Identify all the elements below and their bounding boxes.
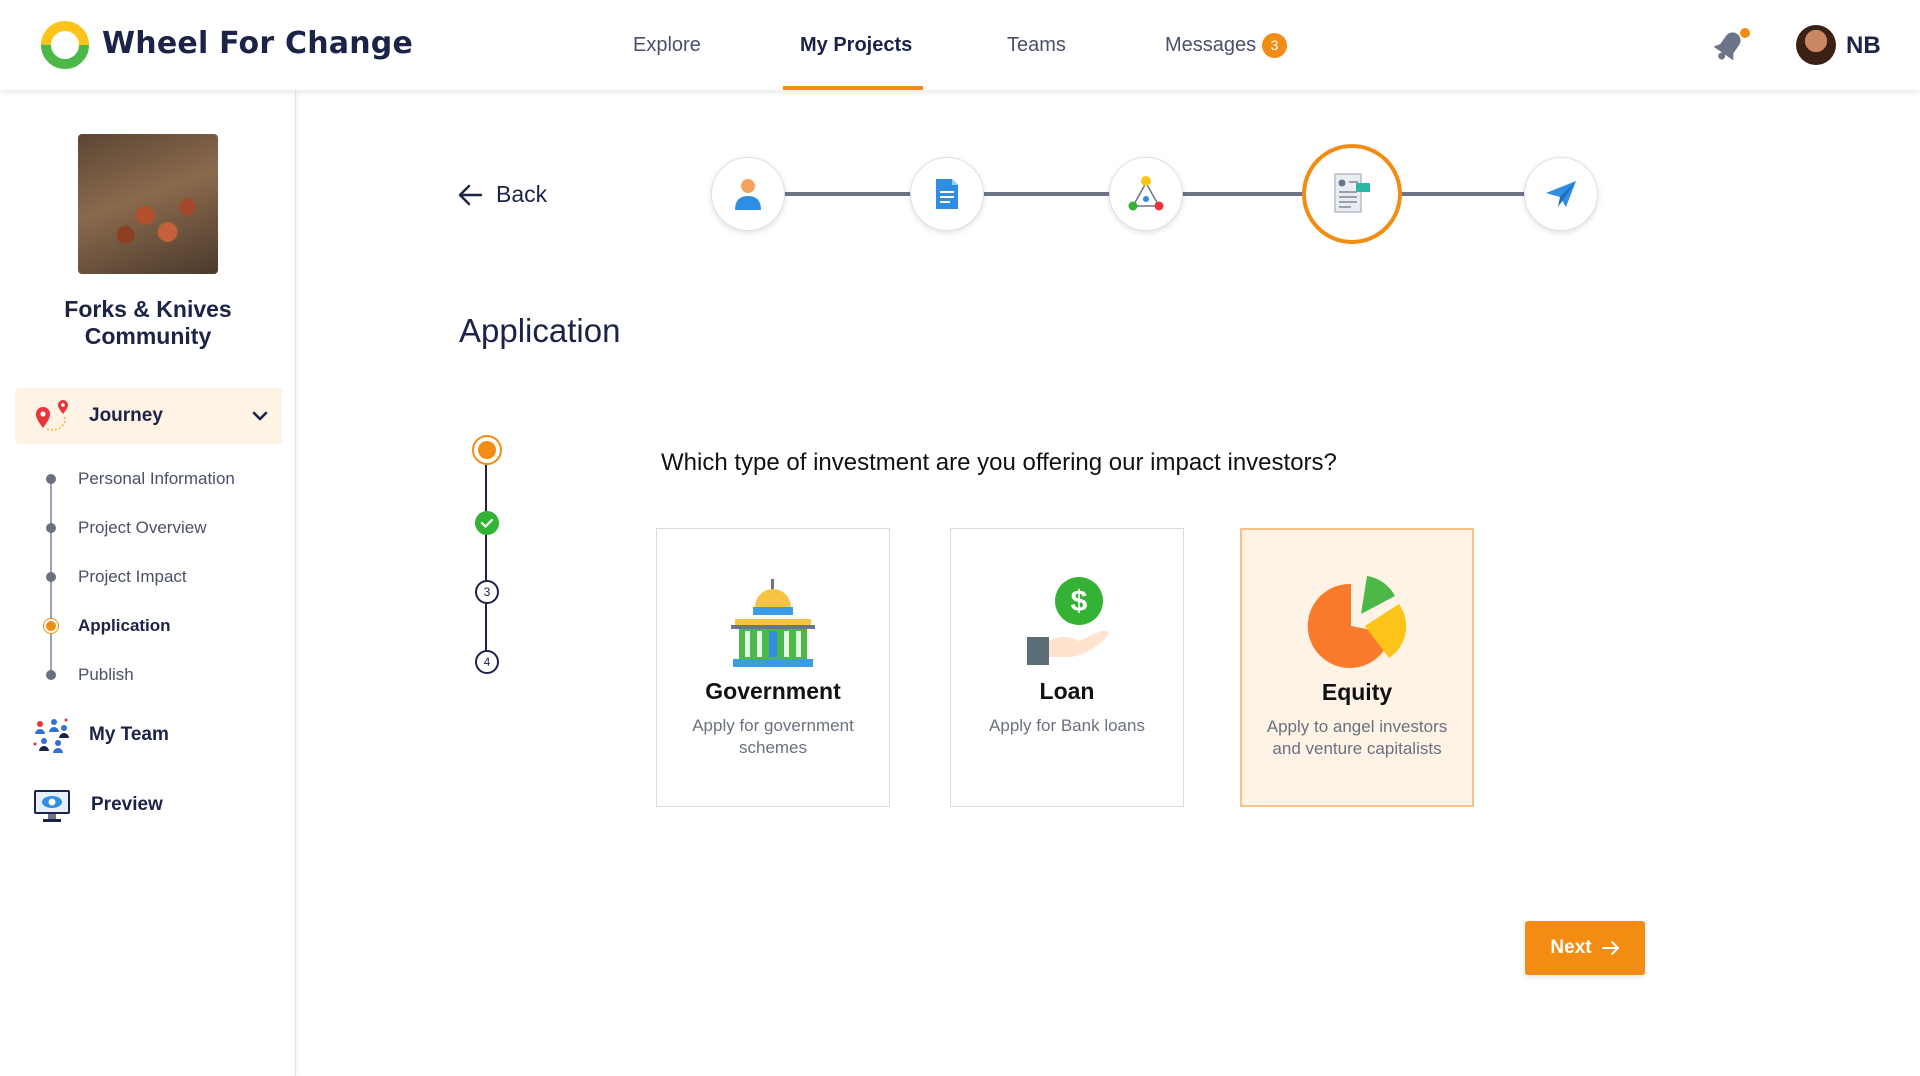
chevron-down-icon[interactable] [251,407,269,425]
option-card-loan[interactable]: $ Loan Apply for Bank loans [950,528,1184,807]
step-project-overview[interactable] [910,157,984,231]
journey-step-publish[interactable]: Publish [78,665,134,685]
notification-bell-icon[interactable] [1708,25,1752,67]
wheel-logo-icon[interactable] [40,20,90,70]
journey-step-dot [46,474,56,484]
arrow-left-icon [458,184,483,206]
project-name: Forks & Knives Community [64,296,232,349]
journey-step-personal-information[interactable]: Personal Information [78,469,235,489]
page-title: Application [459,312,621,349]
nav-explore[interactable]: Explore [633,34,701,57]
substep-current[interactable] [472,435,502,465]
application-form-icon [1334,173,1370,213]
back-button[interactable]: Back [457,178,557,214]
stepper-connector [983,192,1113,196]
project-thumbnail [78,134,218,274]
journey-map-pin-icon [36,400,68,431]
stepper-connector [784,192,914,196]
document-icon [936,179,958,209]
substep-4[interactable]: 4 [475,650,499,674]
substep-completed[interactable] [475,511,499,535]
journey-step-project-impact[interactable]: Project Impact [78,567,187,587]
investment-question: Which type of investment are you offerin… [661,449,1337,476]
option-title: Government [705,678,841,704]
option-card-equity-selected[interactable]: Equity Apply to angel investors and vent… [1240,528,1474,807]
option-description: Apply for government schemes [692,716,854,757]
journey-step-dot [46,572,56,582]
journey-step-project-overview[interactable]: Project Overview [78,518,206,538]
step-publish[interactable] [1524,157,1598,231]
sidebar-preview[interactable]: Preview [91,794,163,816]
active-nav-indicator [783,86,923,90]
team-people-icon[interactable] [32,714,72,754]
stepper-connector [1399,192,1526,196]
step-personal-information[interactable] [711,157,785,231]
stepper-connector [1182,192,1305,196]
arrow-right-icon [1601,941,1619,955]
loan-dollar-hand-icon: $ [1027,577,1109,665]
step-project-impact[interactable] [1109,157,1183,231]
nav-messages[interactable]: Messages [1165,34,1256,57]
government-building-icon [731,579,815,667]
next-button[interactable]: Next [1525,921,1645,975]
messages-count-badge: 3 [1262,33,1287,58]
option-description: Apply to angel investors and venture cap… [1266,717,1448,758]
option-title: Equity [1321,679,1393,705]
send-icon [1546,181,1576,207]
journey-label[interactable]: Journey [89,405,163,427]
svg-text:$: $ [1071,585,1088,618]
option-title: Loan [1039,678,1095,704]
network-icon [1128,176,1164,211]
brand-name[interactable]: Wheel For Change [102,26,413,61]
step-application-current[interactable] [1302,144,1402,244]
option-description: Apply for Bank loans [989,716,1145,735]
option-card-government[interactable]: Government Apply for government schemes [656,528,890,807]
sidebar-my-team[interactable]: My Team [89,724,169,746]
user-avatar[interactable] [1796,25,1836,65]
top-header: Wheel For Change Explore My Projects Tea… [0,0,1920,90]
back-label: Back [496,181,548,207]
nav-teams[interactable]: Teams [1007,34,1066,57]
next-label: Next [1550,937,1592,958]
user-initials[interactable]: NB [1846,32,1881,60]
check-icon [480,518,494,528]
journey-step-dot [46,523,56,533]
pie-chart-icon [1307,576,1407,668]
person-icon [735,179,761,210]
preview-monitor-icon[interactable] [32,784,72,824]
nav-my-projects[interactable]: My Projects [800,34,912,57]
journey-step-application[interactable]: Application [78,616,171,636]
substep-3[interactable]: 3 [475,580,499,604]
journey-step-dot [46,670,56,680]
journey-step-dot-active [46,621,56,631]
substep-line [485,462,487,662]
